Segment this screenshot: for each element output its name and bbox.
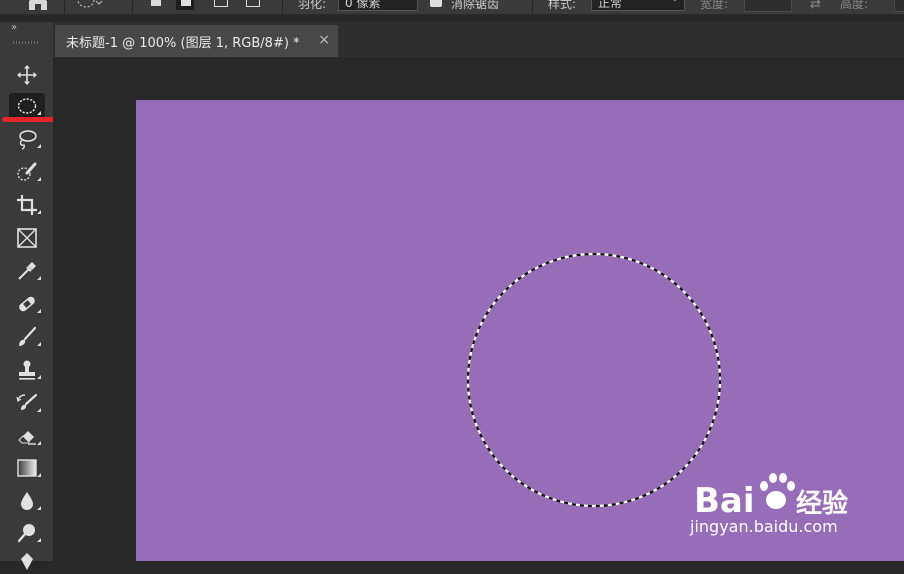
close-icon[interactable]: ×: [318, 32, 330, 48]
chevron-down-icon: ⌄: [671, 0, 679, 4]
history-brush-tool[interactable]: [9, 390, 45, 416]
submenu-indicator: [37, 309, 41, 313]
submenu-indicator: [37, 441, 41, 445]
move-icon: [17, 65, 37, 85]
separator: [64, 0, 65, 14]
healing-brush-tool[interactable]: [9, 291, 45, 317]
width-input[interactable]: [744, 0, 792, 12]
submenu-indicator: [37, 342, 41, 346]
submenu-indicator: [37, 111, 41, 115]
quick-selection-tool[interactable]: [9, 159, 45, 185]
brush-icon: [19, 326, 37, 346]
gradient-tool[interactable]: [9, 455, 45, 481]
options-bar: 羽化: 0 像素 消除锯齿 样式: 正常 ⌄ 宽度: ⇄ 高度:: [0, 0, 904, 15]
move-tool[interactable]: [9, 62, 45, 88]
dodge-tool[interactable]: [9, 520, 45, 546]
toolbox-grip[interactable]: [13, 41, 39, 44]
toolbox: »: [0, 22, 53, 570]
document-tab-title: 未标题-1 @ 100% (图层 1, RGB/8#) *: [66, 35, 300, 51]
submenu-indicator: [37, 177, 41, 181]
baidu-jingyan-watermark: Bai 经验 jingyan.baidu.com: [690, 462, 880, 552]
watermark-url: jingyan.baidu.com: [690, 517, 838, 536]
subtract-from-selection-button[interactable]: [212, 0, 230, 10]
separator: [282, 0, 283, 14]
style-select-value: 正常: [598, 0, 623, 10]
tool-preset-picker[interactable]: [76, 0, 102, 10]
history-brush-icon: [16, 393, 38, 410]
collapse-panel-icon[interactable]: »: [11, 22, 17, 33]
submenu-indicator: [37, 210, 41, 214]
quick-selection-icon: [17, 162, 37, 181]
document-tab-bar: 未标题-1 @ 100% (图层 1, RGB/8#) * ×: [53, 22, 904, 57]
separator: [532, 0, 533, 14]
swap-icon[interactable]: ⇄: [810, 0, 821, 12]
lasso-tool[interactable]: [9, 126, 45, 152]
style-select[interactable]: 正常 ⌄: [591, 0, 685, 11]
pen-tool[interactable]: [9, 548, 45, 574]
submenu-indicator: [37, 408, 41, 412]
stamp-icon: [19, 360, 35, 380]
submenu-indicator: [37, 538, 41, 542]
submenu-indicator: [37, 375, 41, 379]
antialias-checkbox[interactable]: [430, 0, 442, 7]
height-label: 高度:: [840, 0, 869, 11]
document-tab[interactable]: 未标题-1 @ 100% (图层 1, RGB/8#) * ×: [55, 25, 338, 57]
crop-icon: [17, 195, 37, 215]
frame-icon: [17, 228, 37, 248]
gradient-icon: [17, 459, 37, 477]
submenu-indicator: [37, 473, 41, 477]
elliptical-selection-marquee: [466, 252, 722, 508]
submenu-indicator: [37, 144, 41, 148]
eraser-icon: [18, 431, 36, 445]
dodge-icon: [17, 524, 35, 543]
pen-icon: [21, 553, 33, 570]
width-label: 宽度:: [700, 0, 729, 11]
add-to-selection-button[interactable]: [176, 0, 194, 10]
antialias-label: 消除锯齿: [451, 0, 500, 11]
feather-input[interactable]: 0 像素: [338, 0, 418, 11]
submenu-indicator: [37, 276, 41, 280]
eraser-tool[interactable]: [9, 423, 45, 449]
height-input[interactable]: [894, 0, 904, 12]
brush-tool[interactable]: [9, 324, 45, 350]
eyedropper-tool[interactable]: [9, 258, 45, 284]
separator: [132, 0, 133, 14]
eyedropper-icon: [18, 262, 36, 280]
svg-text:Bai: Bai: [694, 481, 755, 518]
ellipse-marquee-icon: [17, 98, 37, 114]
intersect-selection-button[interactable]: [244, 0, 262, 10]
feather-label: 羽化:: [298, 0, 327, 11]
style-label: 样式:: [548, 0, 577, 11]
home-icon[interactable]: [26, 0, 50, 10]
blur-tool[interactable]: [9, 488, 45, 514]
crop-tool[interactable]: [9, 192, 45, 218]
submenu-indicator: [37, 506, 41, 510]
new-selection-button[interactable]: [148, 0, 166, 10]
frame-tool[interactable]: [9, 225, 45, 251]
baidu-paw-logo: Bai 经验: [694, 473, 848, 518]
blur-drop-icon: [21, 492, 33, 510]
clone-stamp-tool[interactable]: [9, 357, 45, 383]
elliptical-marquee-tool[interactable]: [9, 93, 45, 119]
lasso-icon: [19, 130, 37, 150]
svg-text:经验: 经验: [796, 488, 848, 518]
bandage-icon: [19, 296, 35, 312]
